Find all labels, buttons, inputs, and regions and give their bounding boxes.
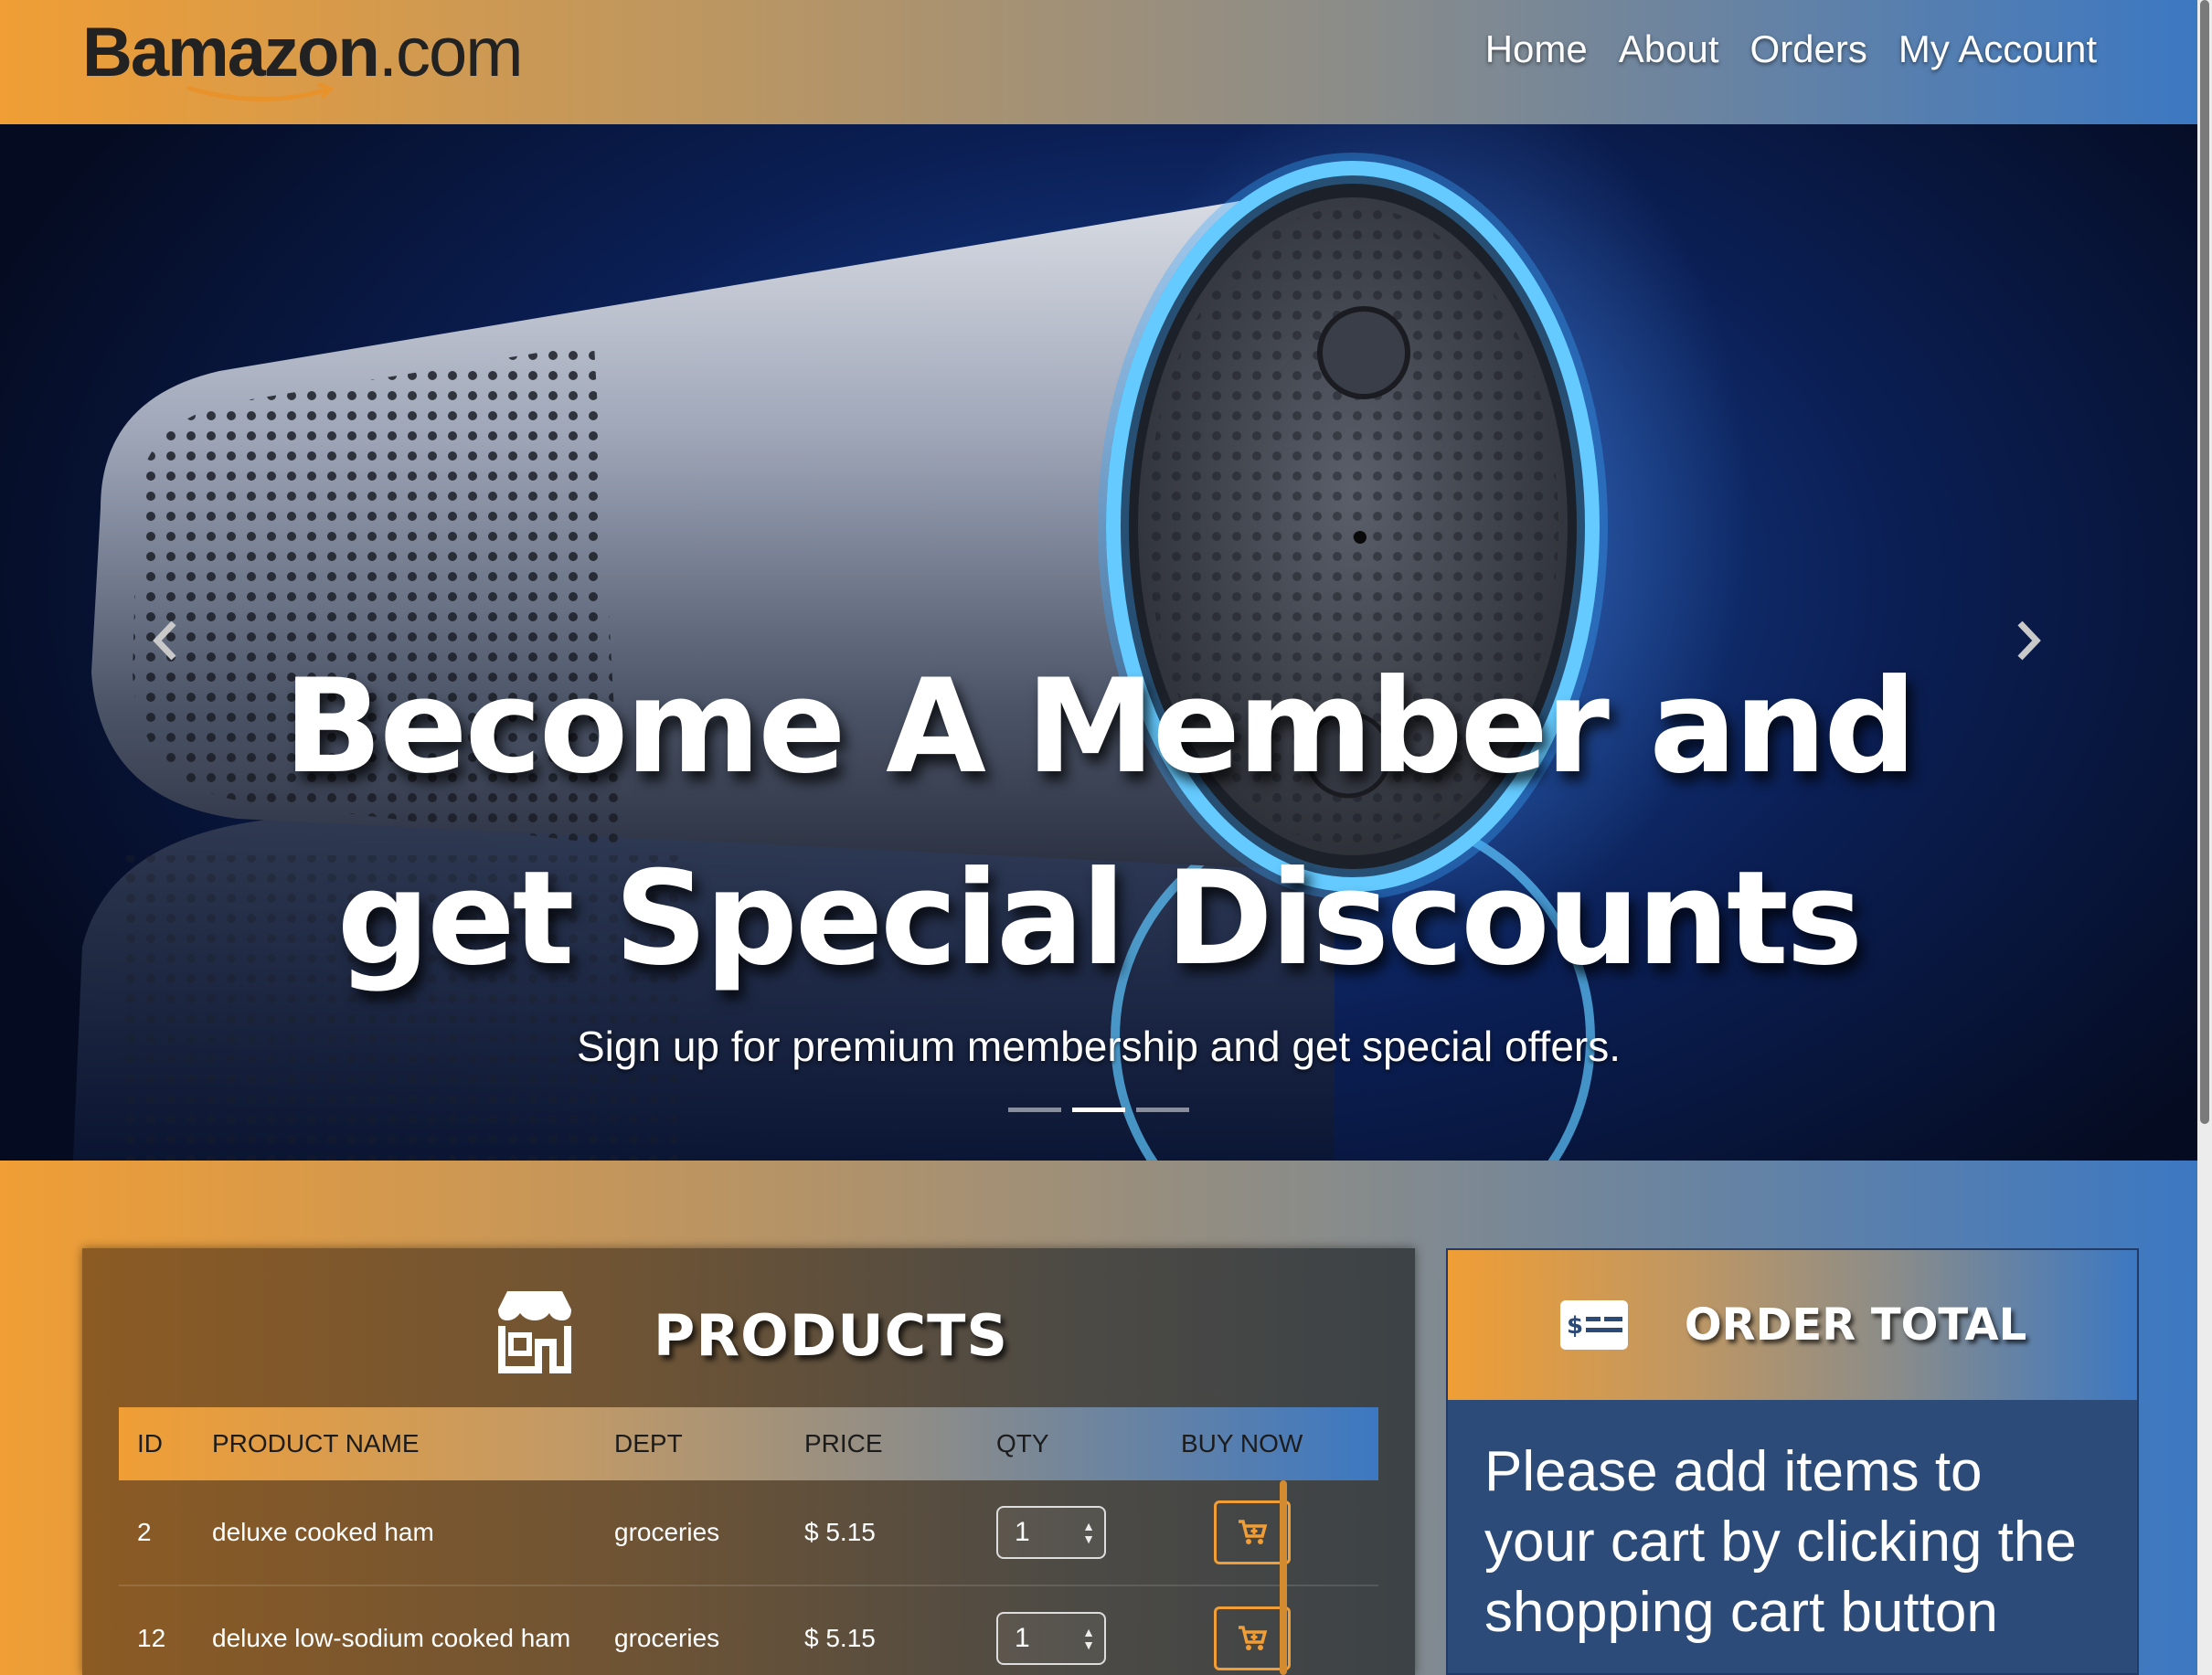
nav-about[interactable]: About: [1619, 27, 1719, 71]
col-qty: QTY: [996, 1429, 1049, 1458]
cell-id: 12: [137, 1624, 166, 1652]
table-row: 2 deluxe cooked ham groceries $ 5.15 1 ▲…: [119, 1480, 1378, 1586]
products-table: ID PRODUCT NAME DEPT PRICE QTY BUY NOW 2…: [119, 1407, 1378, 1675]
hero-carousel: Become A Member and get Special Discount…: [0, 124, 2197, 1161]
cell-product-name: deluxe cooked ham: [212, 1518, 434, 1546]
cell-product-name: deluxe low-sodium cooked ham: [212, 1624, 571, 1652]
quantity-stepper[interactable]: 1 ▲ ▼: [996, 1506, 1106, 1559]
chevron-right-icon: [2017, 620, 2041, 661]
quantity-stepper[interactable]: 1 ▲ ▼: [996, 1612, 1106, 1665]
shopping-cart-icon: [1239, 1520, 1268, 1544]
store-icon: [489, 1289, 580, 1382]
col-buy-now: BUY NOW: [1181, 1429, 1303, 1458]
table-header: ID PRODUCT NAME DEPT PRICE QTY BUY NOW: [119, 1407, 1378, 1480]
page-scrollbar[interactable]: [2197, 0, 2212, 1675]
products-panel: PRODUCTS ID PRODUCT NAME DEPT PRICE QTY …: [82, 1248, 1415, 1675]
navbar: Bamazon.com Home About Orders My Account: [0, 0, 2197, 124]
stepper-arrows-icon[interactable]: ▲ ▼: [1082, 1626, 1095, 1651]
carousel-indicator-2[interactable]: [1072, 1108, 1125, 1112]
products-header: PRODUCTS: [82, 1285, 1415, 1385]
order-total-header: $ ORDER TOTAL: [1448, 1250, 2137, 1400]
smile-arrow-icon: [186, 82, 335, 102]
table-row: 12 deluxe low-sodium cooked ham grocerie…: [119, 1586, 1378, 1675]
order-total-panel: $ ORDER TOTAL Please add items to your c…: [1446, 1248, 2139, 1675]
brand-name-suffix: .com: [378, 14, 524, 91]
col-price: PRICE: [804, 1429, 883, 1458]
nav-my-account[interactable]: My Account: [1898, 27, 2097, 71]
table-scrollbar[interactable]: [1280, 1480, 1287, 1675]
carousel-indicators: [0, 1108, 2197, 1112]
quantity-value: 1: [1015, 1517, 1030, 1547]
cell-qty: 1 ▲ ▼: [996, 1506, 1181, 1559]
stepper-arrows-icon[interactable]: ▲ ▼: [1082, 1520, 1095, 1545]
svg-text:$: $: [1567, 1312, 1583, 1340]
cell-qty: 1 ▲ ▼: [996, 1612, 1181, 1665]
order-total-title: ORDER TOTAL: [1684, 1299, 2027, 1351]
hero-subtitle: Sign up for premium membership and get s…: [576, 1023, 1622, 1070]
carousel-indicator-1[interactable]: [1008, 1108, 1061, 1112]
hero-title: Become A Member and get Special Discount…: [0, 631, 2197, 1015]
chevron-left-icon: [153, 620, 176, 661]
quantity-value: 1: [1015, 1623, 1030, 1653]
money-check-icon: $: [1559, 1300, 1628, 1350]
shopping-cart-icon: [1239, 1626, 1268, 1650]
carousel-prev-button[interactable]: [133, 609, 197, 673]
brand-logo[interactable]: Bamazon.com: [82, 7, 524, 108]
products-title: PRODUCTS: [653, 1301, 1009, 1369]
col-dept: DEPT: [614, 1429, 683, 1458]
cell-price: $ 5.15: [804, 1518, 876, 1546]
cell-dept: groceries: [614, 1624, 720, 1652]
nav-home[interactable]: Home: [1485, 27, 1588, 71]
carousel-indicator-3[interactable]: [1136, 1108, 1189, 1112]
cell-id: 2: [137, 1518, 152, 1546]
page-scrollbar-thumb[interactable]: [2200, 0, 2209, 1124]
hero-title-line2: get Special Discounts: [336, 843, 1864, 994]
cell-dept: groceries: [614, 1518, 720, 1546]
nav-links: Home About Orders My Account: [1485, 27, 2097, 71]
col-product-name: PRODUCT NAME: [212, 1429, 420, 1458]
cell-price: $ 5.15: [804, 1624, 876, 1652]
order-empty-message: Please add items to your cart by clickin…: [1448, 1400, 2137, 1673]
carousel-next-button[interactable]: [1997, 609, 2061, 673]
col-id: ID: [137, 1429, 163, 1458]
nav-orders[interactable]: Orders: [1750, 27, 1867, 71]
hero-title-line1: Become A Member and: [283, 652, 1917, 802]
